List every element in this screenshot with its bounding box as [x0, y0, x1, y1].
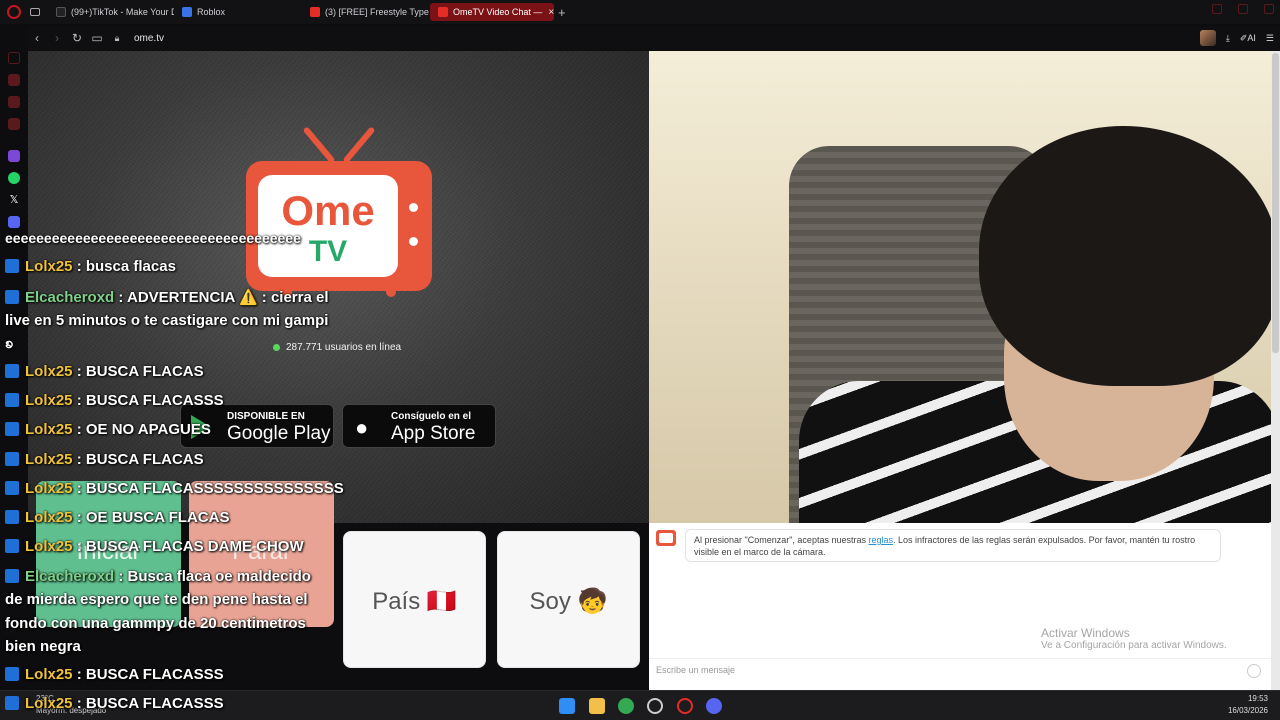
- google-play-badge[interactable]: DISPONIBLE EN Google Play: [180, 404, 334, 448]
- minimize-button[interactable]: [1212, 4, 1222, 14]
- ai-label: AI: [1247, 32, 1256, 43]
- tab-label: Roblox: [197, 7, 226, 17]
- obs-icon[interactable]: [647, 698, 663, 714]
- message-input[interactable]: Escribe un mensaje: [649, 658, 1271, 682]
- start-button[interactable]: Iniciar: [36, 481, 181, 627]
- close-tab-icon[interactable]: ×: [548, 7, 554, 18]
- menu-icon[interactable]: ☰: [1266, 33, 1274, 44]
- windows-start-icon[interactable]: [559, 698, 575, 714]
- tab-tiktok[interactable]: (99+)TikTok - Make Your D: [48, 0, 174, 24]
- emoji-icon[interactable]: [1247, 664, 1261, 678]
- tab-ometv[interactable]: OmeTV Video Chat — ×: [430, 3, 554, 21]
- clock-date: 16/03/2026: [1227, 706, 1268, 715]
- weather-widget[interactable]: 23°C Mayorm. despejado: [36, 693, 106, 717]
- weather-desc: Mayorm. despejado: [36, 706, 107, 715]
- app-store-small: Consíguelo en el: [391, 411, 472, 422]
- ometv-logo: Ome TV: [246, 126, 432, 297]
- country-button[interactable]: País 🇵🇪: [343, 531, 486, 668]
- youtube-sidebar-icon[interactable]: [8, 118, 20, 130]
- ometv-tab-icon: [438, 7, 448, 17]
- new-tab-button[interactable]: +: [558, 5, 566, 20]
- clock-time: 19:53: [1247, 694, 1268, 703]
- online-count: 287.771 usuarios en línea: [286, 342, 402, 353]
- opera-logo-icon[interactable]: [7, 5, 21, 19]
- whatsapp-icon[interactable]: [8, 172, 20, 184]
- profile-avatar[interactable]: [1199, 30, 1216, 46]
- close-window-button[interactable]: [1264, 4, 1274, 14]
- stop-label: Parar: [232, 538, 291, 565]
- twitch-icon[interactable]: [8, 150, 20, 162]
- camera-icon[interactable]: ▭: [88, 31, 106, 45]
- ometv-mini-logo-icon: [656, 530, 676, 546]
- tab-youtube[interactable]: (3) [FREE] Freestyle Type: [302, 0, 430, 24]
- google-play-icon: [191, 415, 211, 439]
- activate-title: Activar Windows: [1041, 626, 1130, 640]
- app-store-big: App Store: [391, 423, 476, 444]
- app-store-badge[interactable]: ● Consíguelo en el App Store: [342, 404, 496, 448]
- self-video: [649, 51, 1271, 523]
- ai-button[interactable]: ✐AI: [1240, 33, 1256, 44]
- reload-button[interactable]: ↻: [68, 31, 86, 45]
- x-icon[interactable]: 𝕏: [8, 194, 20, 206]
- lock-icon: 🔒︎: [114, 32, 120, 43]
- sidebar: 𝕏: [0, 24, 28, 690]
- discord-icon[interactable]: [8, 216, 20, 228]
- rules-notice: Al presionar "Comenzar", aceptas nuestra…: [685, 529, 1221, 562]
- message-placeholder: Escribe un mensaje: [656, 665, 736, 675]
- workspaces-icon[interactable]: [30, 0, 48, 24]
- activate-sub: Ve a Configuración para activar Windows.: [1041, 640, 1227, 651]
- tiktok-icon: [56, 7, 66, 17]
- country-label: País 🇵🇪: [372, 588, 457, 615]
- tab-label: (3) [FREE] Freestyle Type: [325, 7, 429, 17]
- online-users: 287.771 usuarios en línea: [273, 342, 401, 353]
- partner-video: Ome TV 287.771 usuarios en línea DISPONI…: [28, 51, 649, 523]
- gender-button[interactable]: Soy 🧒: [497, 531, 640, 668]
- roblox-icon: [182, 7, 192, 17]
- chrome-icon[interactable]: [618, 698, 634, 714]
- speed-dial-icon[interactable]: [8, 52, 20, 64]
- browser-tab-bar: (99+)TikTok - Make Your D Roblox (3) [FR…: [0, 0, 1280, 24]
- address-bar: ‹ › ↻ ▭ 🔒︎ ome.tv ⤓ ✐AI ☰: [28, 26, 1280, 50]
- download-icon[interactable]: ⤓: [1226, 33, 1230, 44]
- tab-roblox[interactable]: Roblox: [174, 0, 302, 24]
- back-button[interactable]: ‹: [28, 31, 46, 45]
- activate-windows-watermark: Activar Windows Ve a Configuración para …: [1041, 626, 1227, 651]
- logo-tv-text: TV: [308, 235, 348, 268]
- logo-ome-text: Ome: [281, 187, 375, 234]
- chat-line: Lolx25 : BUSCA FLACASSS: [5, 666, 224, 683]
- forward-button[interactable]: ›: [48, 31, 66, 45]
- chat-panel: Al presionar "Comenzar", aceptas nuestra…: [649, 523, 1271, 690]
- online-dot-icon: [273, 344, 280, 351]
- windows-taskbar: 23°C Mayorm. despejado 19:53 16/03/2026: [0, 690, 1280, 720]
- tab-label: OmeTV Video Chat —: [453, 7, 543, 17]
- file-explorer-icon[interactable]: [589, 698, 605, 714]
- maximize-button[interactable]: [1238, 4, 1248, 14]
- opera-taskbar-icon[interactable]: [677, 698, 693, 714]
- bookmarks-icon[interactable]: [8, 96, 20, 108]
- window-controls: [1212, 4, 1274, 14]
- discord-taskbar-icon[interactable]: [706, 698, 722, 714]
- youtube-icon: [310, 7, 320, 17]
- gender-label: Soy 🧒: [529, 588, 608, 615]
- system-tray[interactable]: 19:53 16/03/2026: [1228, 693, 1268, 717]
- google-play-small: DISPONIBLE EN: [227, 411, 305, 422]
- notice-text-1: Al presionar "Comenzar", aceptas nuestra…: [694, 535, 869, 545]
- start-label: Iniciar: [76, 538, 141, 565]
- page-scrollbar[interactable]: [1271, 51, 1280, 690]
- aria-icon[interactable]: [8, 74, 20, 86]
- apple-icon: ●: [355, 415, 369, 440]
- rules-link[interactable]: reglas: [868, 535, 893, 545]
- stop-button[interactable]: Parar: [189, 481, 334, 627]
- url-field[interactable]: ome.tv: [134, 33, 164, 44]
- google-play-big: Google Play: [227, 423, 331, 444]
- tab-label: (99+)TikTok - Make Your D: [71, 7, 174, 17]
- weather-temp: 23°C: [36, 694, 54, 703]
